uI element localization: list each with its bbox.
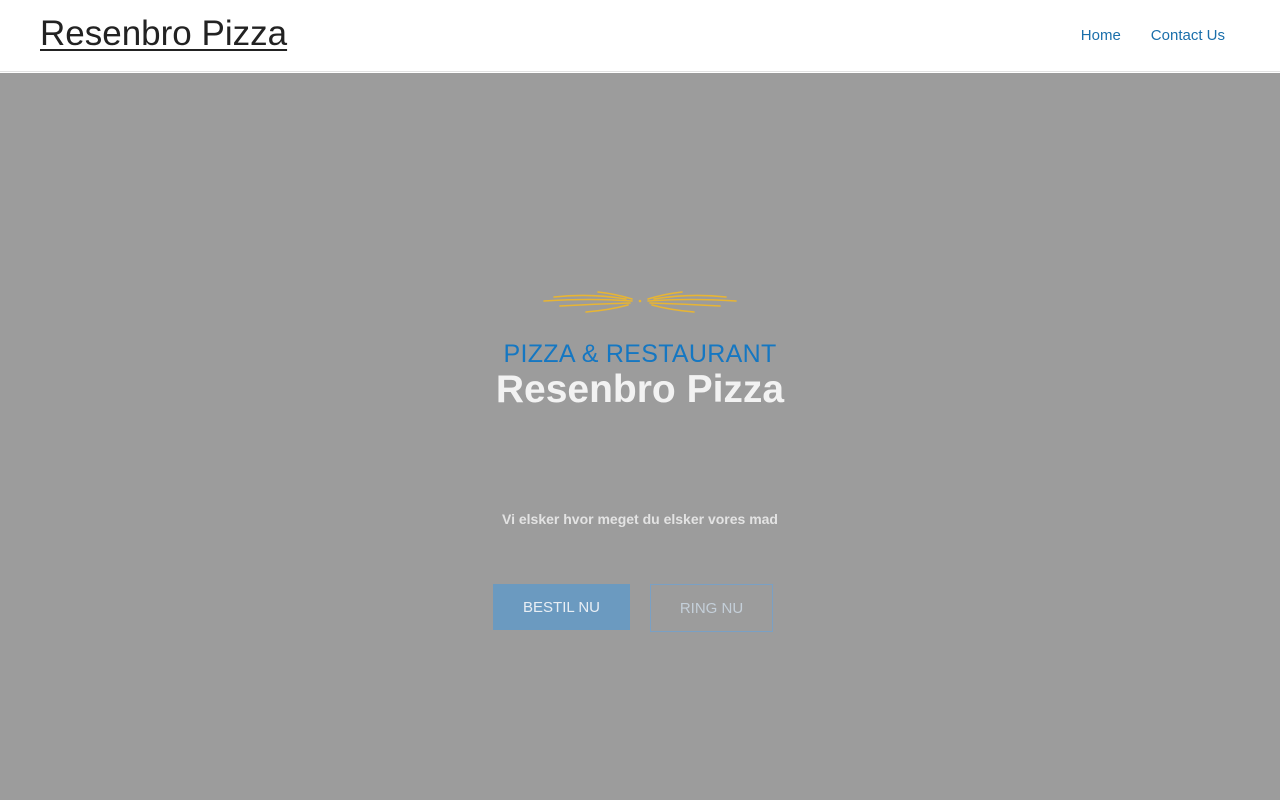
order-now-button[interactable]: BESTIL NU [493,584,630,630]
site-title-link[interactable]: Resenbro Pizza [40,14,287,54]
hero-kicker: PIZZA & RESTAURANT [503,340,777,368]
hero-tagline: Vi elsker hvor meget du elsker vores mad [502,511,778,527]
nav-item-contact-us[interactable]: Contact Us [1151,27,1225,44]
hero-title: Resenbro Pizza [495,368,785,411]
hero-section: PIZZA & RESTAURANT Resenbro Pizza Vi els… [0,73,1280,800]
nav-item-home[interactable]: Home [1081,27,1121,44]
call-now-button[interactable]: RING NU [650,584,773,632]
wheat-flourish-icon [543,291,737,313]
site-header: Resenbro Pizza Home Contact Us [0,0,1280,72]
main-nav: Home Contact Us [1081,27,1225,44]
